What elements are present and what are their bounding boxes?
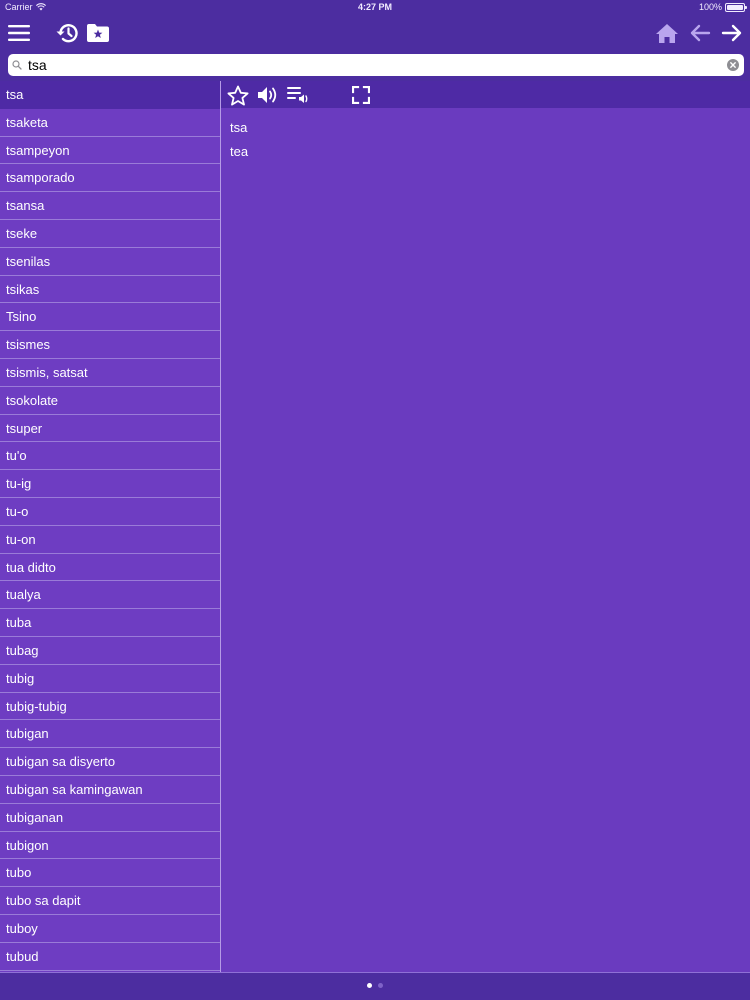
favorite-button[interactable] xyxy=(225,82,251,108)
search-input[interactable] xyxy=(26,55,722,75)
battery-indicator: 100% xyxy=(698,2,747,12)
favorites-button[interactable] xyxy=(82,17,114,49)
page-dot[interactable] xyxy=(367,983,372,988)
word-list-item[interactable]: tsampeyon xyxy=(0,137,220,165)
word-list-item[interactable]: tubiganan xyxy=(0,804,220,832)
page-dot[interactable] xyxy=(378,983,383,988)
word-list-item[interactable]: Tsino xyxy=(0,303,220,332)
battery-icon xyxy=(725,2,747,12)
word-list-item[interactable]: tubag xyxy=(0,637,220,665)
battery-percent: 100% xyxy=(698,2,722,12)
word-list-item[interactable]: tubig xyxy=(0,665,220,693)
word-list-item[interactable]: tubig-tubig xyxy=(0,693,220,721)
search-bar xyxy=(8,54,744,76)
clear-search-button[interactable] xyxy=(722,54,744,76)
word-list-item[interactable]: tsansa xyxy=(0,192,220,220)
word-list-item[interactable]: tualya xyxy=(0,581,220,610)
word-list-item[interactable]: tsa xyxy=(0,81,220,109)
fullscreen-button[interactable] xyxy=(348,82,374,108)
word-list-item[interactable]: tsikas xyxy=(0,276,220,304)
back-button[interactable] xyxy=(684,17,716,49)
word-list-item[interactable]: tu-o xyxy=(0,498,220,526)
home-icon xyxy=(656,23,678,43)
history-icon xyxy=(56,24,78,43)
search-icon xyxy=(8,54,26,76)
fullscreen-icon xyxy=(352,86,370,104)
hamburger-menu-icon xyxy=(8,25,30,41)
entry-headword: tsa xyxy=(230,120,248,135)
word-list-item[interactable]: tuba xyxy=(0,609,220,637)
arrow-left-icon xyxy=(690,24,711,42)
home-button[interactable] xyxy=(651,17,683,49)
word-list-item[interactable]: tubo sa dapit xyxy=(0,887,220,915)
word-list-item[interactable]: tsamporado xyxy=(0,164,220,193)
speak-button[interactable] xyxy=(255,82,281,108)
word-list-item[interactable]: tsokolate xyxy=(0,387,220,415)
word-list-item[interactable]: tsaketa xyxy=(0,109,220,137)
menu-button[interactable] xyxy=(3,17,35,49)
forward-button[interactable] xyxy=(716,17,748,49)
clock: 4:27 PM xyxy=(357,2,392,12)
playlist-audio-icon xyxy=(287,87,308,103)
word-list-item[interactable]: tsuper xyxy=(0,415,220,443)
word-list-item[interactable]: tsismes xyxy=(0,331,220,359)
clear-icon xyxy=(727,59,739,71)
page-dots xyxy=(0,983,750,988)
favorites-folder-icon xyxy=(87,24,109,42)
speaker-icon xyxy=(258,87,277,103)
arrow-right-icon xyxy=(721,24,742,42)
nav-bar xyxy=(0,14,750,52)
word-list-item[interactable]: tu-ig xyxy=(0,470,220,498)
status-bar: Carrier 4:27 PM 100% xyxy=(0,0,750,14)
word-list-item[interactable]: tseke xyxy=(0,220,220,248)
word-list-item[interactable]: tu-on xyxy=(0,526,220,554)
word-list-item[interactable]: tu'o xyxy=(0,442,220,471)
word-list-item[interactable]: tubo xyxy=(0,859,220,888)
history-button[interactable] xyxy=(50,17,82,49)
word-list-item[interactable]: tuboy xyxy=(0,915,220,943)
entry-content: tsa tea xyxy=(230,116,248,164)
word-list-item[interactable]: tubigan sa disyerto xyxy=(0,748,220,776)
word-list-item[interactable]: tsenilas xyxy=(0,248,220,276)
word-list-item[interactable]: tubigon xyxy=(0,832,220,860)
entry-translation: tea xyxy=(230,144,249,159)
word-list-item[interactable]: tubigan sa kamingawan xyxy=(0,776,220,804)
word-list-item[interactable]: tua didto xyxy=(0,554,220,582)
page-indicator-bar xyxy=(0,972,750,1000)
word-list-item[interactable]: tsismis, satsat xyxy=(0,359,220,387)
entry-pane: tsa tea xyxy=(221,81,750,972)
star-outline-icon xyxy=(227,85,249,105)
entry-toolbar xyxy=(221,81,750,108)
speak-list-button[interactable] xyxy=(286,82,312,108)
word-list-item[interactable]: tubud xyxy=(0,943,220,971)
word-list-item[interactable]: tubigan xyxy=(0,720,220,749)
word-list[interactable]: tsa tsaketa tsampeyon tsamporado tsansa tseke… xyxy=(0,81,220,972)
